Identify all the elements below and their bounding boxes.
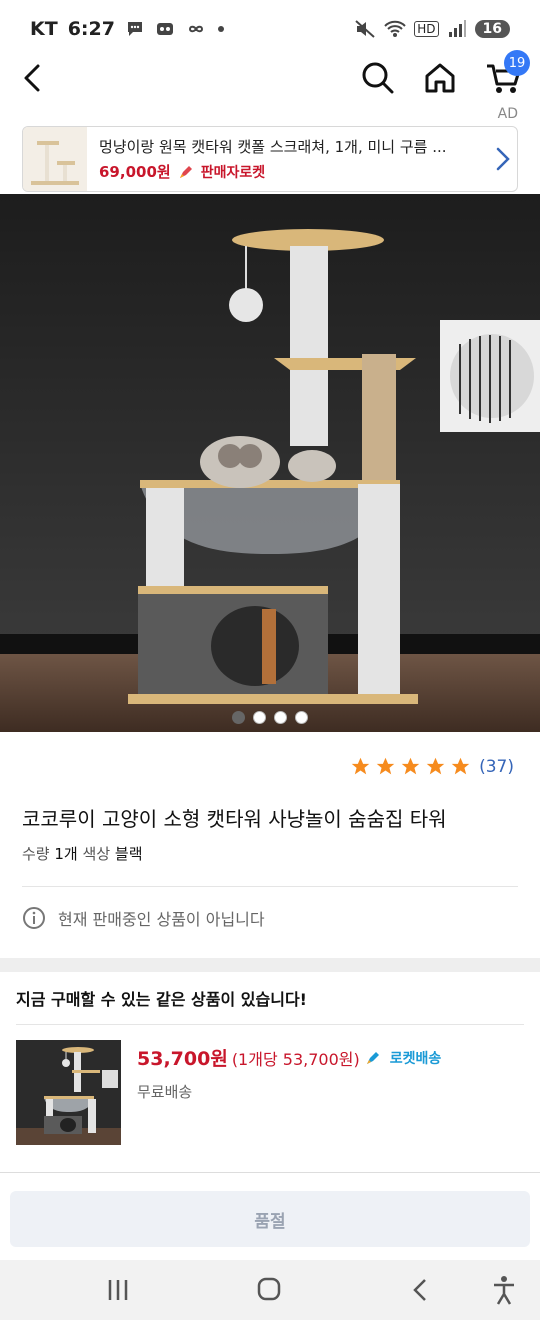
- divider: [16, 1024, 524, 1025]
- mute-icon: [355, 20, 375, 38]
- top-nav: [0, 50, 540, 106]
- home-icon[interactable]: [420, 58, 460, 98]
- not-on-sale-notice: 현재 판매중인 상품이 아닙니다: [22, 906, 265, 930]
- ad-price: 69,000원: [99, 163, 171, 181]
- color-label: 색상: [82, 845, 111, 863]
- cart-count-badge: 19: [504, 50, 530, 76]
- ad-seller-rocket-tag: 판매자로켓: [200, 164, 266, 181]
- same-product-item[interactable]: 53,700원 (1개당 53,700원) 로켓배송 무료배송: [16, 1040, 526, 1148]
- battery-level: 16: [474, 20, 510, 38]
- star-icon: [451, 757, 470, 775]
- infinity-icon: [188, 25, 203, 33]
- cat-tree-image: [23, 127, 87, 191]
- star-icon: [351, 757, 370, 775]
- wifi-icon: [384, 20, 406, 37]
- quantity-value: 1개: [54, 845, 78, 863]
- color-value: 블랙: [114, 845, 143, 863]
- carousel-indicator: [0, 711, 540, 724]
- same-product-header: 지금 구매할 수 있는 같은 상품이 있습니다!: [16, 990, 307, 1009]
- star-icon: [426, 757, 445, 775]
- back-arrow-icon[interactable]: [18, 58, 48, 98]
- info-icon: [23, 907, 45, 929]
- product-photo: [0, 194, 540, 732]
- dot-icon: [217, 26, 224, 32]
- bottom-action-bar: 품절: [0, 1172, 540, 1260]
- same-product-thumbnail[interactable]: [16, 1040, 121, 1145]
- notice-text: 현재 판매중인 상품이 아닙니다: [58, 910, 265, 929]
- divider: [22, 886, 518, 887]
- home-button-icon[interactable]: [249, 1272, 289, 1308]
- same-product-price: 53,700원: [137, 1048, 228, 1070]
- carousel-dot[interactable]: [232, 711, 245, 724]
- carrier-label: KT: [30, 18, 58, 40]
- carousel-dot[interactable]: [295, 711, 308, 724]
- hd-badge: HD: [414, 21, 439, 37]
- ad-title: 멍냥이랑 원목 캣타워 캣폴 스크래쳐, 1개, 미니 구름 ...: [99, 138, 447, 156]
- rocket-delivery-tag: 로켓배송: [389, 1050, 442, 1067]
- sold-out-button[interactable]: 품절: [10, 1191, 530, 1247]
- same-product-unit-price: (1개당 53,700원): [231, 1049, 360, 1069]
- back-button-icon[interactable]: [400, 1272, 440, 1308]
- clock: 6:27: [67, 18, 115, 40]
- rocket-icon: [179, 165, 192, 178]
- ad-label: AD: [497, 106, 518, 122]
- ad-thumbnail: [23, 127, 87, 191]
- rating-row[interactable]: (37): [350, 756, 514, 777]
- section-separator: [0, 958, 540, 972]
- search-icon[interactable]: [358, 58, 398, 98]
- recent-apps-icon[interactable]: [98, 1272, 138, 1308]
- carousel-dot[interactable]: [253, 711, 266, 724]
- star-icon: [376, 757, 395, 775]
- star-icon: [401, 757, 420, 775]
- signal-icon: [448, 20, 466, 37]
- voicemail-icon: [156, 23, 173, 35]
- quantity-label: 수량: [22, 845, 50, 863]
- cat-tree-image: [16, 1040, 121, 1145]
- carousel-dot[interactable]: [274, 711, 287, 724]
- system-navigation-bar: [0, 1260, 540, 1320]
- product-title: 코코루이 고양이 소형 캣타워 사냥놀이 숨숨집 타워: [22, 807, 447, 831]
- product-image-carousel[interactable]: [0, 194, 540, 732]
- accessibility-icon[interactable]: [484, 1272, 524, 1308]
- review-count[interactable]: (37): [479, 757, 514, 777]
- ad-banner[interactable]: 멍냥이랑 원목 캣타워 캣폴 스크래쳐, 1개, 미니 구름 ... 69,00…: [22, 126, 518, 192]
- shipping-info: 무료배송: [137, 1083, 193, 1101]
- option-summary: 수량 1개 색상 블랙: [22, 843, 143, 864]
- rocket-icon: [366, 1051, 379, 1064]
- chat-icon: [127, 22, 142, 36]
- chevron-right-icon: [496, 147, 510, 171]
